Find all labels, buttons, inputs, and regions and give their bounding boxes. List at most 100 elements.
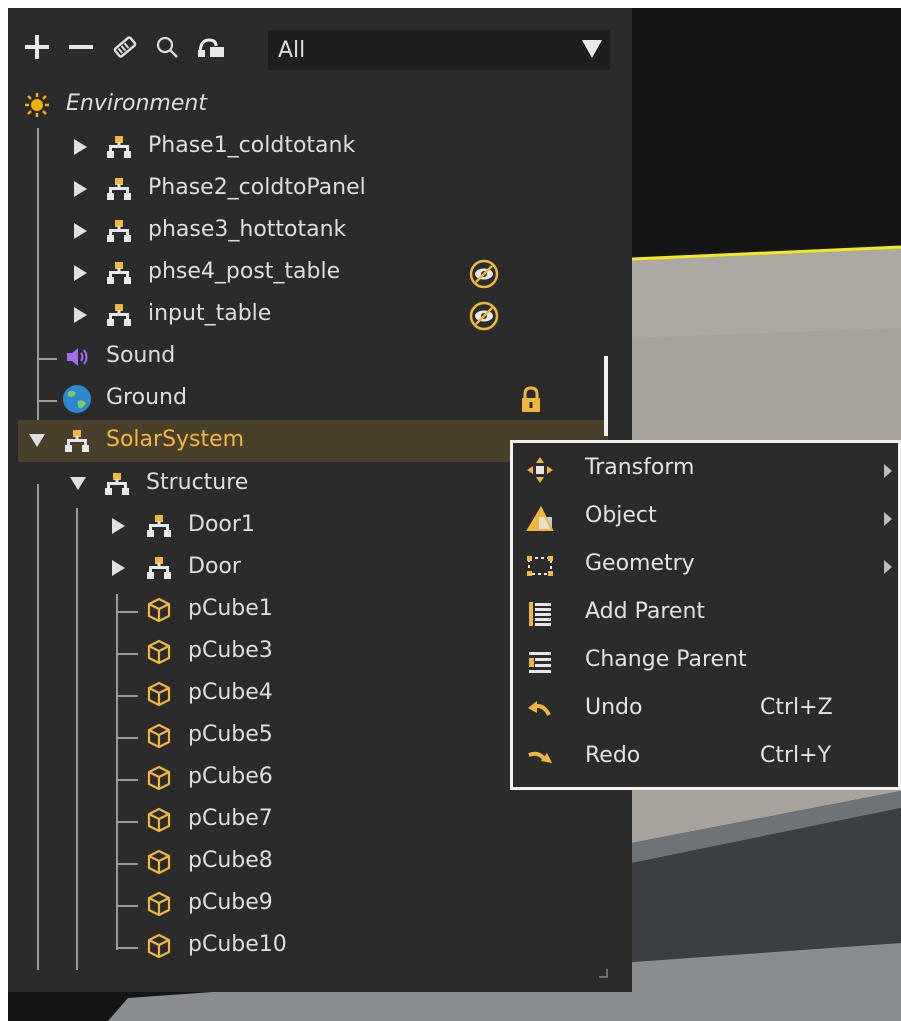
tree-item-sound[interactable]: Sound xyxy=(8,336,632,378)
menu-item-label: Object xyxy=(585,503,657,528)
tree-item-ground[interactable]: Ground xyxy=(8,378,632,420)
expand-arrow-icon[interactable] xyxy=(72,306,88,324)
tree-item-label: Phase1_coldtotank xyxy=(148,133,356,158)
concrete-highlight xyxy=(632,246,901,338)
cube-icon xyxy=(146,849,172,875)
cube-icon xyxy=(146,765,172,791)
cube-icon xyxy=(146,723,172,749)
tree-item-label: input_table xyxy=(148,301,272,326)
remove-icon[interactable] xyxy=(64,30,98,64)
eye-hidden-icon[interactable] xyxy=(469,301,499,331)
tree-item-label: Phase2_coldtoPanel xyxy=(148,175,366,200)
tree-item-label: Sound xyxy=(106,343,176,368)
tree-item-phase1[interactable]: Phase1_coldtotank xyxy=(8,126,632,168)
menu-item-transform[interactable]: Transform xyxy=(513,447,901,493)
hierarchy-icon xyxy=(106,302,132,328)
shortcut-label: Ctrl+Z xyxy=(760,695,833,720)
menu-item-label: Redo xyxy=(585,743,641,768)
menu-item-label: Change Parent xyxy=(585,647,747,672)
cube-icon xyxy=(146,639,172,665)
tree-item-label: pCube9 xyxy=(188,890,273,915)
filter-dropdown-value: All xyxy=(278,38,306,63)
menu-item-object[interactable]: Object xyxy=(513,495,901,541)
collapse-arrow-icon[interactable] xyxy=(69,475,86,493)
submenu-arrow-icon xyxy=(883,463,893,483)
tree-item-label: pCube1 xyxy=(188,596,273,621)
expand-arrow-icon[interactable] xyxy=(110,559,126,577)
tree-item-label: Door1 xyxy=(188,512,255,537)
search-icon[interactable] xyxy=(150,30,184,64)
tree-item-cube[interactable]: pCube9 xyxy=(8,883,632,925)
tree-item-label: pCube5 xyxy=(188,722,273,747)
hierarchy-icon xyxy=(106,218,132,244)
redo-icon xyxy=(525,743,555,773)
tree-item-label: Environment xyxy=(66,91,207,116)
cube-icon xyxy=(146,933,172,959)
tree-item-label: Structure xyxy=(146,470,249,495)
scrollbar-thumb[interactable] xyxy=(604,356,608,436)
cube-icon xyxy=(146,891,172,917)
menu-item-label: Undo xyxy=(585,695,643,720)
cube-icon xyxy=(146,597,172,623)
tree-item-phase2[interactable]: Phase2_coldtoPanel xyxy=(8,168,632,210)
tree-item-label: pCube4 xyxy=(188,680,273,705)
shortcut-label: Ctrl+Y xyxy=(760,743,832,768)
tree-item-label: phase3_hottotank xyxy=(148,217,347,242)
move-arrows-icon xyxy=(525,455,555,485)
tree-item-label: pCube8 xyxy=(188,848,273,873)
hierarchy-icon xyxy=(146,513,172,539)
expand-arrow-icon[interactable] xyxy=(72,264,88,282)
hierarchy-icon xyxy=(104,471,130,497)
tree-item-label: Door xyxy=(188,554,241,579)
collapse-arrow-icon[interactable] xyxy=(28,432,45,450)
expand-arrow-icon[interactable] xyxy=(72,222,88,240)
tree-item-label: pCube3 xyxy=(188,638,273,663)
submenu-arrow-icon xyxy=(883,559,893,579)
menu-item-redo[interactable]: Redo Ctrl+Y xyxy=(513,735,901,781)
menu-item-add-parent[interactable]: Add Parent xyxy=(513,591,901,637)
object-shapes-icon xyxy=(525,503,555,533)
submenu-arrow-icon xyxy=(883,511,893,531)
globe-icon xyxy=(62,384,92,414)
resize-grip-icon[interactable] xyxy=(598,963,608,978)
lock-icon[interactable] xyxy=(516,385,546,415)
tree-item-environment[interactable]: Environment xyxy=(8,84,632,126)
undo-icon xyxy=(525,695,555,725)
filter-dropdown[interactable]: All xyxy=(268,30,610,70)
link-icon[interactable] xyxy=(194,30,228,64)
context-menu: Transform Object Geometry Add Parent Cha… xyxy=(510,440,901,790)
menu-item-undo[interactable]: Undo Ctrl+Z xyxy=(513,687,901,733)
menu-item-label: Add Parent xyxy=(585,599,706,624)
tree-item-label: Ground xyxy=(106,385,187,410)
tree-item-phase3[interactable]: phase3_hottotank xyxy=(8,210,632,252)
hierarchy-icon xyxy=(146,555,172,581)
menu-item-label: Transform xyxy=(585,455,695,480)
eye-hidden-icon[interactable] xyxy=(469,259,499,289)
hierarchy-icon xyxy=(106,134,132,160)
expand-arrow-icon[interactable] xyxy=(72,138,88,156)
tree-item-label: pCube10 xyxy=(188,932,287,957)
add-icon[interactable] xyxy=(20,30,54,64)
speaker-icon xyxy=(64,344,90,370)
tree-item-cube[interactable]: pCube7 xyxy=(8,799,632,841)
tree-item-input-table[interactable]: input_table xyxy=(8,294,632,336)
tree-item-cube[interactable]: pCube10 xyxy=(8,925,632,967)
list-change-icon xyxy=(525,647,555,677)
chevron-down-icon xyxy=(582,40,602,64)
cube-icon xyxy=(146,681,172,707)
expand-arrow-icon[interactable] xyxy=(110,517,126,535)
tree-item-label: pCube7 xyxy=(188,806,273,831)
geometry-bounds-icon xyxy=(525,551,555,581)
tree-item-cube[interactable]: pCube8 xyxy=(8,841,632,883)
expand-arrow-icon[interactable] xyxy=(72,180,88,198)
tree-item-label: SolarSystem xyxy=(106,427,245,452)
cube-icon xyxy=(146,807,172,833)
hierarchy-icon xyxy=(64,428,90,454)
menu-item-change-parent[interactable]: Change Parent xyxy=(513,639,901,685)
menu-item-geometry[interactable]: Geometry xyxy=(513,543,901,589)
hierarchy-icon xyxy=(106,260,132,286)
tag-icon[interactable] xyxy=(108,30,142,64)
tree-item-phase4[interactable]: phse4_post_table xyxy=(8,252,632,294)
sun-icon xyxy=(24,92,50,118)
tree-item-label: pCube6 xyxy=(188,764,273,789)
